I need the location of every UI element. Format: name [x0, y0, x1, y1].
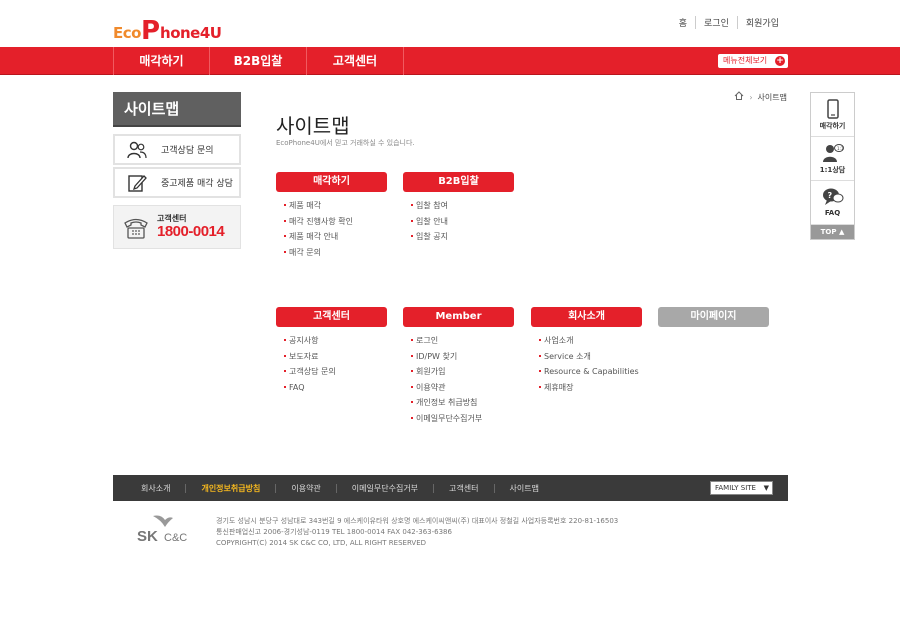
mobile-phone-icon	[811, 99, 854, 121]
sell-consult-label: 중고제품 매각 상담	[161, 179, 233, 189]
group-b2b-title[interactable]: B2B입찰	[403, 172, 514, 192]
family-site-label: FAMILY SITE	[715, 484, 756, 492]
call-center-box: 고객센터 1800-0014	[113, 205, 241, 249]
quick-faq-label: FAQ	[824, 209, 841, 217]
nav-menu: 매각하기 B2B입찰 고객센터	[113, 47, 404, 75]
group-b2b: B2B입찰 입찰 참여 입찰 안내 입찰 공지	[403, 172, 514, 245]
utility-links: 홈 로그인 회원가입	[671, 16, 787, 29]
cc-logo-text: C&C	[164, 532, 188, 544]
quick-sell-label: 매각하기	[819, 122, 846, 130]
group-sell-item[interactable]: 제품 매각 안내	[284, 229, 387, 245]
call-center-number: 1800-0014	[157, 223, 225, 240]
group-company-item[interactable]: 사업소개	[539, 333, 642, 349]
group-company: 회사소개 사업소개 Service 소개 Resource & Capabili…	[531, 307, 642, 395]
sidebar-title: 사이트맵	[113, 92, 241, 127]
nav-item-support[interactable]: 고객센터	[307, 47, 404, 75]
group-sell-item[interactable]: 제품 매각	[284, 198, 387, 214]
caret-down-icon: ▼	[763, 484, 769, 492]
group-member-item[interactable]: 로그인	[411, 333, 514, 349]
group-company-item[interactable]: 제휴매장	[539, 380, 642, 396]
group-support-item[interactable]: FAQ	[284, 380, 387, 396]
sell-consult-button[interactable]: 중고제품 매각 상담	[113, 167, 241, 198]
scroll-top-button[interactable]: TOP ▲	[811, 225, 854, 239]
footer-link-support[interactable]: 고객센터	[433, 483, 493, 493]
users-icon	[127, 140, 147, 160]
quick-sell-button[interactable]: 매각하기	[811, 93, 854, 137]
footer-links: 회사소개 개인정보취급방침 이용약관 이메일무단수집거부 고객센터 사이트맵	[129, 475, 554, 501]
quick-chat-button[interactable]: 1:1 1:1상담	[811, 137, 854, 181]
group-sell-item[interactable]: 매각 문의	[284, 245, 387, 261]
group-sell-title[interactable]: 매각하기	[276, 172, 387, 192]
group-member-item[interactable]: 회원가입	[411, 364, 514, 380]
logo-rest: hone4U	[160, 24, 222, 42]
phone-icon	[122, 216, 150, 245]
consult-inquiry-button[interactable]: 고객상담 문의	[113, 134, 241, 165]
logo-eco: Eco	[113, 24, 141, 42]
main-nav: 매각하기 B2B입찰 고객센터 메뉴전체보기 +	[0, 47, 900, 75]
footer-bar: 회사소개 개인정보취급방침 이용약관 이메일무단수집거부 고객센터 사이트맵 F…	[113, 475, 788, 501]
footer-link-email-refusal[interactable]: 이메일무단수집거부	[335, 483, 433, 493]
ecophone-logo[interactable]: Eco Phone4U	[113, 12, 222, 46]
nav-item-b2b[interactable]: B2B입찰	[210, 47, 307, 75]
sk-cc-logo: SK C&C	[137, 514, 197, 548]
all-menu-button[interactable]: 메뉴전체보기 +	[718, 54, 788, 68]
footer-link-sitemap[interactable]: 사이트맵	[493, 483, 554, 493]
home-link[interactable]: 홈	[671, 16, 695, 29]
group-support-item[interactable]: 보도자료	[284, 349, 387, 365]
logo-p: P	[140, 16, 161, 46]
group-support-item[interactable]: 고객상담 문의	[284, 364, 387, 380]
page-subtitle: EcoPhone4U에서 믿고 거래하실 수 있습니다.	[276, 139, 415, 147]
footer-link-company[interactable]: 회사소개	[129, 484, 185, 493]
consult-inquiry-label: 고객상담 문의	[161, 146, 214, 156]
group-member-item[interactable]: ID/PW 찾기	[411, 349, 514, 365]
group-mypage: 마이페이지	[658, 307, 769, 327]
login-link[interactable]: 로그인	[695, 16, 737, 29]
nav-item-sell[interactable]: 매각하기	[113, 47, 210, 75]
group-member-title[interactable]: Member	[403, 307, 514, 327]
footer-link-terms[interactable]: 이용약관	[275, 483, 335, 493]
svg-text:?: ?	[827, 191, 832, 200]
quick-faq-button[interactable]: ? FAQ	[811, 181, 854, 225]
group-b2b-item[interactable]: 입찰 공지	[411, 229, 514, 245]
page-title: 사이트맵	[276, 114, 350, 138]
faq-bubble-icon: ?	[811, 187, 854, 209]
all-menu-label: 메뉴전체보기	[723, 56, 768, 65]
copyright-line: COPYRIGHT(C) 2014 SK C&C CO, LTD, ALL RI…	[216, 539, 427, 547]
svg-text:1:1: 1:1	[837, 146, 844, 151]
chevron-right-icon: ›	[749, 92, 753, 102]
group-member-item[interactable]: 개인정보 취급방침	[411, 395, 514, 411]
signup-link[interactable]: 회원가입	[736, 16, 787, 29]
home-icon[interactable]	[734, 91, 744, 103]
group-support-item[interactable]: 공지사항	[284, 333, 387, 349]
group-b2b-item[interactable]: 입찰 안내	[411, 214, 514, 230]
group-member-item[interactable]: 이메일무단수집거부	[411, 411, 514, 427]
group-member-item[interactable]: 이용약관	[411, 380, 514, 396]
group-support: 고객센터 공지사항 보도자료 고객상담 문의 FAQ	[276, 307, 387, 395]
group-sell-item[interactable]: 매각 진행사항 확인	[284, 214, 387, 230]
group-company-item[interactable]: Service 소개	[539, 349, 642, 365]
group-company-item[interactable]: Resource & Capabilities	[539, 364, 642, 380]
sk-logo-text: SK	[137, 528, 158, 545]
edit-icon	[127, 173, 147, 193]
group-support-title[interactable]: 고객센터	[276, 307, 387, 327]
quick-chat-label: 1:1상담	[819, 166, 846, 174]
footer-link-privacy[interactable]: 개인정보취급방침	[185, 483, 275, 493]
breadcrumb-current: 사이트맵	[757, 92, 787, 102]
person-chat-icon: 1:1	[811, 143, 854, 165]
address-line: 통신판매업신고 2006-경기성남-0119 TEL 1800-0014 FAX…	[216, 528, 452, 536]
company-address: 경기도 성남시 분당구 성남대로 343번길 9 에스케이유타워 상호명 에스케…	[216, 516, 618, 549]
group-member: Member 로그인 ID/PW 찾기 회원가입 이용약관 개인정보 취급방침 …	[403, 307, 514, 426]
plus-icon: +	[775, 56, 785, 66]
group-mypage-title[interactable]: 마이페이지	[658, 307, 769, 327]
family-site-select[interactable]: FAMILY SITE ▼	[710, 481, 773, 495]
address-line: 경기도 성남시 분당구 성남대로 343번길 9 에스케이유타워 상호명 에스케…	[216, 517, 619, 525]
breadcrumb: › 사이트맵	[734, 91, 787, 103]
group-b2b-item[interactable]: 입찰 참여	[411, 198, 514, 214]
group-sell: 매각하기 제품 매각 매각 진행사항 확인 제품 매각 안내 매각 문의	[276, 172, 387, 260]
quick-menu: 매각하기 1:1 1:1상담 ? FAQ TOP ▲	[810, 92, 855, 240]
group-company-title[interactable]: 회사소개	[531, 307, 642, 327]
